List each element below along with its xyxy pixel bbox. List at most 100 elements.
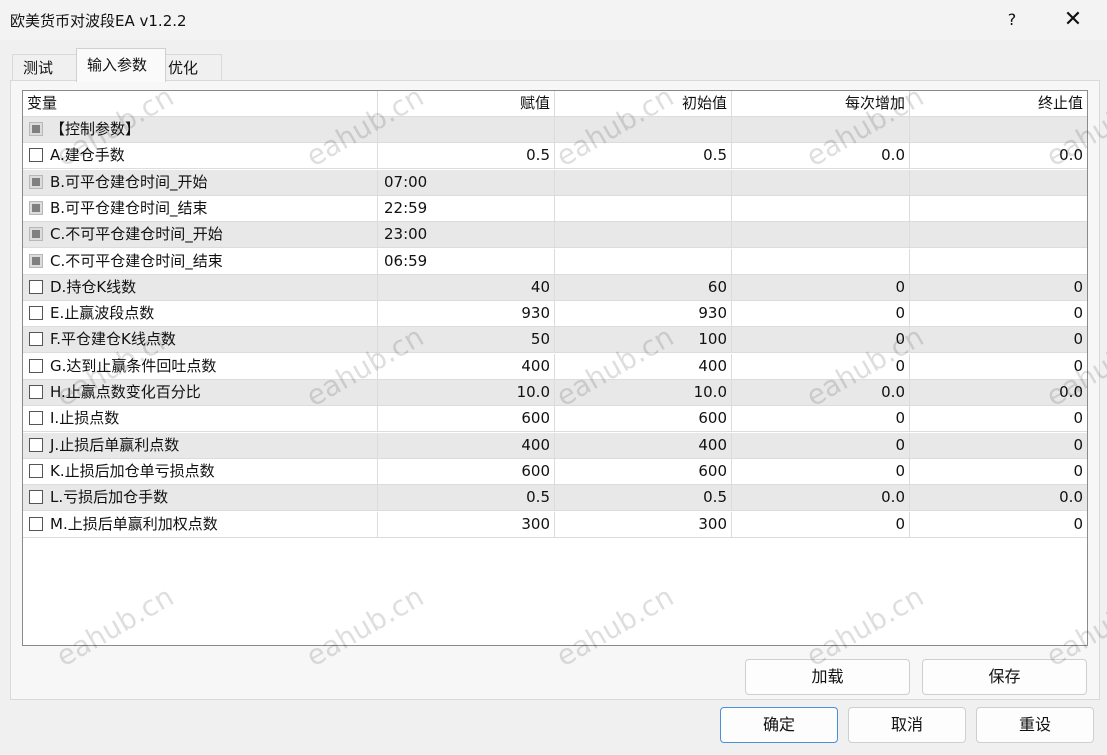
cell-stop[interactable]	[909, 195, 1087, 221]
cell-value[interactable]: 50	[377, 327, 554, 353]
column-header-value[interactable]: 赋值	[377, 91, 554, 116]
cell-variable[interactable]: K.止损后加仓单亏损点数	[23, 459, 377, 484]
table-row[interactable]: 【控制参数】	[23, 117, 1087, 143]
cell-value[interactable]: 0.5	[377, 143, 554, 169]
table-row[interactable]: M.上损后单赢利加权点数 300 300 0 0	[23, 511, 1087, 538]
row-checkbox[interactable]	[29, 385, 43, 399]
cell-start[interactable]	[554, 248, 731, 274]
help-button[interactable]: ?	[990, 0, 1034, 40]
cell-value[interactable]: 930	[377, 301, 554, 327]
cell-variable[interactable]: C.不可平仓建仓时间_结束	[23, 249, 377, 274]
cell-value[interactable]: 07:00	[377, 169, 554, 195]
cell-step[interactable]: 0	[731, 406, 909, 432]
cell-step[interactable]: 0	[731, 458, 909, 484]
cell-start[interactable]	[554, 195, 731, 221]
table-row[interactable]: I.止损点数 600 600 0 0	[23, 406, 1087, 433]
cell-start[interactable]: 10.0	[554, 380, 731, 405]
cell-step[interactable]	[731, 195, 909, 221]
row-checkbox[interactable]	[29, 411, 43, 426]
cell-value[interactable]: 400	[377, 353, 554, 379]
cell-start[interactable]: 300	[554, 511, 731, 537]
cell-stop[interactable]: 0	[909, 327, 1087, 353]
parameters-grid[interactable]: 变量 赋值 初始值 每次增加 终止值 【控制参数】 A.建仓手数 0.5 0.5 0.0…	[22, 90, 1088, 646]
cell-start[interactable]	[554, 117, 731, 142]
row-checkbox[interactable]	[29, 122, 43, 136]
row-checkbox[interactable]	[29, 253, 43, 268]
row-checkbox[interactable]	[29, 516, 43, 531]
table-row[interactable]: D.持仓K线数 40 60 0 0	[23, 274, 1087, 301]
cancel-button[interactable]: 取消	[848, 707, 966, 743]
column-header-start[interactable]: 初始值	[554, 91, 731, 116]
cell-stop[interactable]: 0	[909, 274, 1087, 300]
cell-start[interactable]: 100	[554, 327, 731, 353]
cell-variable[interactable]: I.止损点数	[23, 406, 377, 431]
cell-variable[interactable]: 【控制参数】	[23, 117, 377, 142]
cell-stop[interactable]: 0	[909, 406, 1087, 432]
cell-start[interactable]: 400	[554, 432, 731, 458]
cell-start[interactable]: 600	[554, 406, 731, 432]
row-checkbox[interactable]	[29, 279, 43, 294]
cell-value[interactable]: 06:59	[377, 248, 554, 274]
tab-test[interactable]: 测试	[12, 54, 78, 80]
table-row[interactable]: E.止赢波段点数 930 930 0 0	[23, 301, 1087, 328]
cell-step[interactable]	[731, 248, 909, 274]
cell-value[interactable]	[377, 117, 554, 142]
cell-stop[interactable]	[909, 169, 1087, 195]
table-row[interactable]: J.止损后单赢利点数 400 400 0 0	[23, 432, 1087, 459]
cell-value[interactable]: 23:00	[377, 222, 554, 248]
table-row[interactable]: A.建仓手数 0.5 0.5 0.0 0.0	[23, 143, 1087, 170]
reset-button[interactable]: 重设	[976, 707, 1094, 743]
cell-stop[interactable]: 0.0	[909, 143, 1087, 169]
table-row[interactable]: B.可平仓建仓时间_结束 22:59	[23, 195, 1087, 222]
cell-stop[interactable]: 0	[909, 301, 1087, 327]
row-checkbox[interactable]	[29, 358, 43, 373]
cell-variable[interactable]: A.建仓手数	[23, 143, 377, 168]
cell-value[interactable]: 22:59	[377, 195, 554, 221]
row-checkbox[interactable]	[29, 148, 43, 163]
cell-variable[interactable]: L.亏损后加仓手数	[23, 485, 377, 510]
cell-step[interactable]: 0	[731, 511, 909, 537]
cell-stop[interactable]	[909, 222, 1087, 248]
table-row[interactable]: C.不可平仓建仓时间_结束 06:59	[23, 248, 1087, 275]
row-checkbox[interactable]	[29, 332, 43, 347]
cell-variable[interactable]: G.达到止赢条件回吐点数	[23, 354, 377, 379]
cell-variable[interactable]: M.上损后单赢利加权点数	[23, 512, 377, 537]
row-checkbox[interactable]	[29, 200, 43, 215]
column-header-stop[interactable]: 终止值	[909, 91, 1087, 116]
table-row[interactable]: C.不可平仓建仓时间_开始 23:00	[23, 222, 1087, 249]
cell-variable[interactable]: D.持仓K线数	[23, 275, 377, 300]
cell-stop[interactable]: 0	[909, 432, 1087, 458]
load-button[interactable]: 加载	[745, 659, 910, 695]
table-row[interactable]: K.止损后加仓单亏损点数 600 600 0 0	[23, 458, 1087, 485]
row-checkbox[interactable]	[29, 174, 43, 189]
cell-variable[interactable]: J.止损后单赢利点数	[23, 433, 377, 458]
cell-step[interactable]	[731, 117, 909, 142]
cell-variable[interactable]: C.不可平仓建仓时间_开始	[23, 222, 377, 247]
cell-variable[interactable]: B.可平仓建仓时间_结束	[23, 196, 377, 221]
cell-start[interactable]: 0.5	[554, 143, 731, 169]
cell-value[interactable]: 600	[377, 458, 554, 484]
cell-step[interactable]: 0.0	[731, 485, 909, 511]
cell-start[interactable]: 930	[554, 301, 731, 327]
row-checkbox[interactable]	[29, 227, 43, 242]
row-checkbox[interactable]	[29, 306, 43, 321]
tab-inputs[interactable]: 输入参数	[76, 48, 166, 82]
row-checkbox[interactable]	[29, 490, 43, 505]
cell-stop[interactable]	[909, 117, 1087, 142]
cell-variable[interactable]: H.止赢点数变化百分比	[23, 380, 377, 405]
cell-stop[interactable]: 0.0	[909, 485, 1087, 511]
cell-step[interactable]	[731, 169, 909, 195]
cell-value[interactable]: 0.5	[377, 485, 554, 511]
cell-stop[interactable]	[909, 248, 1087, 274]
cell-stop[interactable]: 0	[909, 511, 1087, 537]
cell-start[interactable]: 600	[554, 458, 731, 484]
cell-variable[interactable]: B.可平仓建仓时间_开始	[23, 170, 377, 195]
table-row[interactable]: H.止赢点数变化百分比 10.0 10.0 0.0 0.0	[23, 380, 1087, 406]
cell-step[interactable]: 0	[731, 274, 909, 300]
cell-variable[interactable]: E.止赢波段点数	[23, 301, 377, 326]
table-row[interactable]: G.达到止赢条件回吐点数 400 400 0 0	[23, 353, 1087, 380]
cell-step[interactable]: 0.0	[731, 380, 909, 405]
cell-start[interactable]: 400	[554, 353, 731, 379]
table-row[interactable]: B.可平仓建仓时间_开始 07:00	[23, 169, 1087, 196]
cell-step[interactable]: 0	[731, 327, 909, 353]
